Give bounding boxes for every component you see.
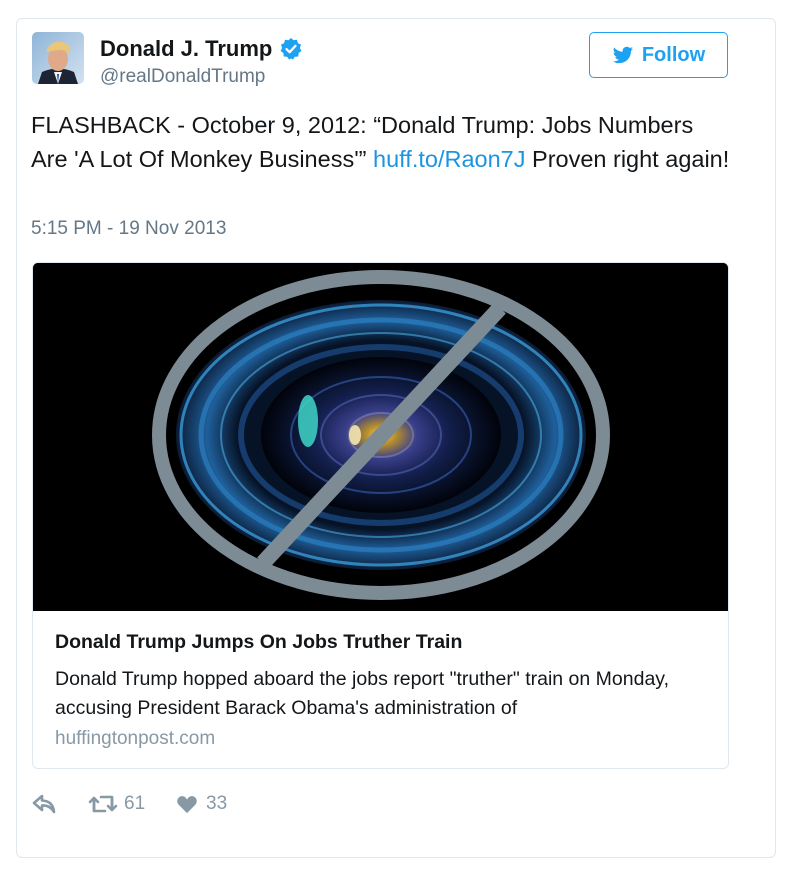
tweet-link[interactable]: huff.to/Raon7J <box>373 146 525 172</box>
card-image <box>33 263 728 611</box>
tweet-text: FLASHBACK - October 9, 2012: “Donald Tru… <box>31 108 731 176</box>
reply-icon <box>32 794 56 814</box>
retweet-button[interactable]: 61 <box>88 793 176 815</box>
avatar[interactable] <box>32 32 84 84</box>
tweet-actions: 61 33 <box>32 793 227 815</box>
card-title: Donald Trump Jumps On Jobs Truther Train <box>55 631 463 653</box>
follow-button[interactable]: Follow <box>589 32 728 78</box>
card-domain: huffingtonpost.com <box>55 728 216 749</box>
verified-badge-icon <box>279 37 303 61</box>
tweet-timestamp[interactable]: 5:15 PM - 19 Nov 2013 <box>31 218 226 240</box>
follow-label: Follow <box>641 43 706 66</box>
retweet-count: 61 <box>124 793 146 814</box>
user-name-row: Donald J. Trump <box>100 36 303 62</box>
like-button[interactable]: 33 <box>176 793 227 815</box>
twitter-bird-icon <box>612 46 633 64</box>
like-count: 33 <box>206 793 228 814</box>
card-description: Donald Trump hopped aboard the jobs repo… <box>55 668 670 719</box>
retweet-icon <box>88 795 118 813</box>
reply-button[interactable] <box>32 793 88 815</box>
link-preview-card[interactable]: Donald Trump Jumps On Jobs Truther Train… <box>32 262 729 769</box>
user-handle[interactable]: @realDonaldTrump <box>100 66 265 88</box>
user-name[interactable]: Donald J. Trump <box>100 36 272 62</box>
tweet-text-after: Proven right again! <box>525 146 730 172</box>
camera-lens-prohibited-icon <box>33 263 728 611</box>
heart-icon <box>177 796 197 814</box>
